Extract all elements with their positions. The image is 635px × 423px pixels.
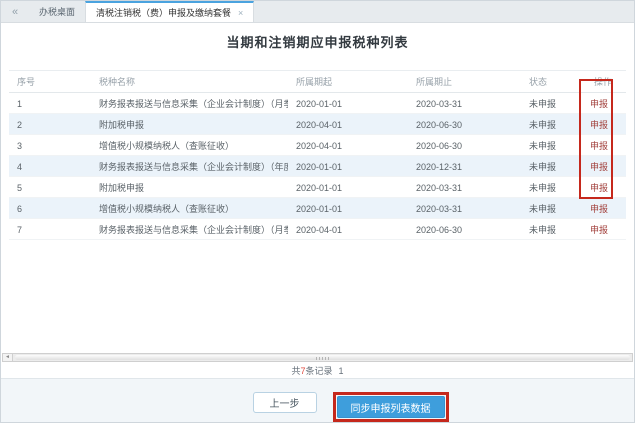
cell-action: 申报	[586, 177, 626, 198]
cell-status: 未申报	[521, 198, 586, 219]
cell-tax-name: 财务报表报送与信息采集（企业会计制度）（月季）	[91, 219, 288, 240]
tab-label: 办税桌面	[39, 5, 75, 18]
table-body: 1 财务报表报送与信息采集（企业会计制度）（月季） 2020-01-01 202…	[9, 93, 626, 240]
col-header-action: 操作	[586, 71, 626, 93]
cell-period-end: 2020-06-30	[408, 135, 521, 156]
declare-link[interactable]: 申报	[590, 99, 608, 109]
cell-action: 申报	[586, 219, 626, 240]
tab-bar: « 办税桌面 清税注销税（费）申报及缴纳套餐 ×	[1, 1, 634, 23]
app-window: « 办税桌面 清税注销税（费）申报及缴纳套餐 × 当期和注销期应申报税种列表 序…	[0, 0, 635, 423]
cell-status: 未申报	[521, 93, 586, 114]
collapse-tabs-icon[interactable]: «	[1, 1, 29, 22]
tab-label: 清税注销税（费）申报及缴纳套餐	[96, 6, 231, 19]
cell-period-end: 2020-06-30	[408, 114, 521, 135]
scrollbar-thumb[interactable]	[15, 355, 630, 360]
cell-status: 未申报	[521, 219, 586, 240]
scrollbar-left-arrow-icon[interactable]: ◄	[2, 353, 13, 362]
footer-bar: 上一步 同步申报列表数据	[1, 378, 634, 422]
table-row: 7 财务报表报送与信息采集（企业会计制度）（月季） 2020-04-01 202…	[9, 219, 626, 240]
cell-tax-name: 财务报表报送与信息采集（企业会计制度）（月季）	[91, 93, 288, 114]
cell-index: 2	[9, 114, 91, 135]
table-row: 4 财务报表报送与信息采集（企业会计制度）（年度） 2020-01-01 202…	[9, 156, 626, 177]
close-icon[interactable]: ×	[238, 8, 243, 18]
table-row: 1 财务报表报送与信息采集（企业会计制度）（月季） 2020-01-01 202…	[9, 93, 626, 114]
previous-step-button[interactable]: 上一步	[253, 392, 317, 413]
table-row: 3 增值税小规模纳税人（查账征收） 2020-04-01 2020-06-30 …	[9, 135, 626, 156]
cell-status: 未申报	[521, 135, 586, 156]
cell-period-end: 2020-12-31	[408, 156, 521, 177]
cell-index: 1	[9, 93, 91, 114]
cell-period-end: 2020-03-31	[408, 177, 521, 198]
cell-period-start: 2020-04-01	[288, 114, 408, 135]
page-title: 当期和注销期应申报税种列表	[1, 32, 634, 51]
declare-link[interactable]: 申报	[590, 204, 608, 214]
page-number[interactable]: 1	[339, 366, 344, 376]
table-row: 2 附加税申报 2020-04-01 2020-06-30 未申报 申报	[9, 114, 626, 135]
cell-action: 申报	[586, 93, 626, 114]
cell-status: 未申报	[521, 114, 586, 135]
cell-tax-name: 财务报表报送与信息采集（企业会计制度）（年度）	[91, 156, 288, 177]
tab-clearance-package[interactable]: 清税注销税（费）申报及缴纳套餐 ×	[85, 1, 254, 22]
record-count-suffix: 条记录	[306, 366, 333, 376]
cell-action: 申报	[586, 156, 626, 177]
col-header-tax-name: 税种名称	[91, 71, 288, 93]
col-header-status: 状态	[521, 71, 586, 93]
col-header-period-start: 所属期起	[288, 71, 408, 93]
cell-index: 4	[9, 156, 91, 177]
scrollbar-grip-icon	[316, 357, 330, 360]
cell-status: 未申报	[521, 177, 586, 198]
declare-link[interactable]: 申报	[590, 183, 608, 193]
horizontal-scrollbar: ◄	[2, 353, 633, 362]
cell-period-start: 2020-01-01	[288, 156, 408, 177]
declare-link[interactable]: 申报	[590, 162, 608, 172]
tab-tax-desktop[interactable]: 办税桌面	[29, 1, 85, 22]
button-row: 上一步 同步申报列表数据	[253, 379, 449, 422]
cell-period-end: 2020-03-31	[408, 93, 521, 114]
cell-period-start: 2020-01-01	[288, 177, 408, 198]
table-row: 6 增值税小规模纳税人（查账征收） 2020-01-01 2020-03-31 …	[9, 198, 626, 219]
highlight-box-sync-button: 同步申报列表数据	[333, 392, 449, 422]
cell-action: 申报	[586, 198, 626, 219]
cell-index: 6	[9, 198, 91, 219]
cell-period-start: 2020-01-01	[288, 93, 408, 114]
cell-index: 7	[9, 219, 91, 240]
cell-period-start: 2020-04-01	[288, 135, 408, 156]
scrollbar-track[interactable]	[13, 353, 633, 362]
cell-period-start: 2020-04-01	[288, 219, 408, 240]
cell-action: 申报	[586, 114, 626, 135]
declare-link[interactable]: 申报	[590, 141, 608, 151]
declare-link[interactable]: 申报	[590, 120, 608, 130]
cell-tax-name: 附加税申报	[91, 114, 288, 135]
cell-period-start: 2020-01-01	[288, 198, 408, 219]
tax-table: 序号 税种名称 所属期起 所属期止 状态 操作 1 财务报表报送与信息采集（企业…	[9, 70, 626, 240]
declare-link[interactable]: 申报	[590, 225, 608, 235]
cell-period-end: 2020-03-31	[408, 198, 521, 219]
col-header-no: 序号	[9, 71, 91, 93]
cell-status: 未申报	[521, 156, 586, 177]
cell-index: 3	[9, 135, 91, 156]
cell-tax-name: 附加税申报	[91, 177, 288, 198]
sync-declaration-list-button[interactable]: 同步申报列表数据	[337, 396, 445, 418]
col-header-period-end: 所属期止	[408, 71, 521, 93]
cell-tax-name: 增值税小规模纳税人（查账征收）	[91, 135, 288, 156]
cell-period-end: 2020-06-30	[408, 219, 521, 240]
cell-tax-name: 增值税小规模纳税人（查账征收）	[91, 198, 288, 219]
table-row: 5 附加税申报 2020-01-01 2020-03-31 未申报 申报	[9, 177, 626, 198]
cell-index: 5	[9, 177, 91, 198]
record-count: 共7条记录1	[1, 364, 634, 377]
cell-action: 申报	[586, 135, 626, 156]
table-header-row: 序号 税种名称 所属期起 所属期止 状态 操作	[9, 71, 626, 93]
